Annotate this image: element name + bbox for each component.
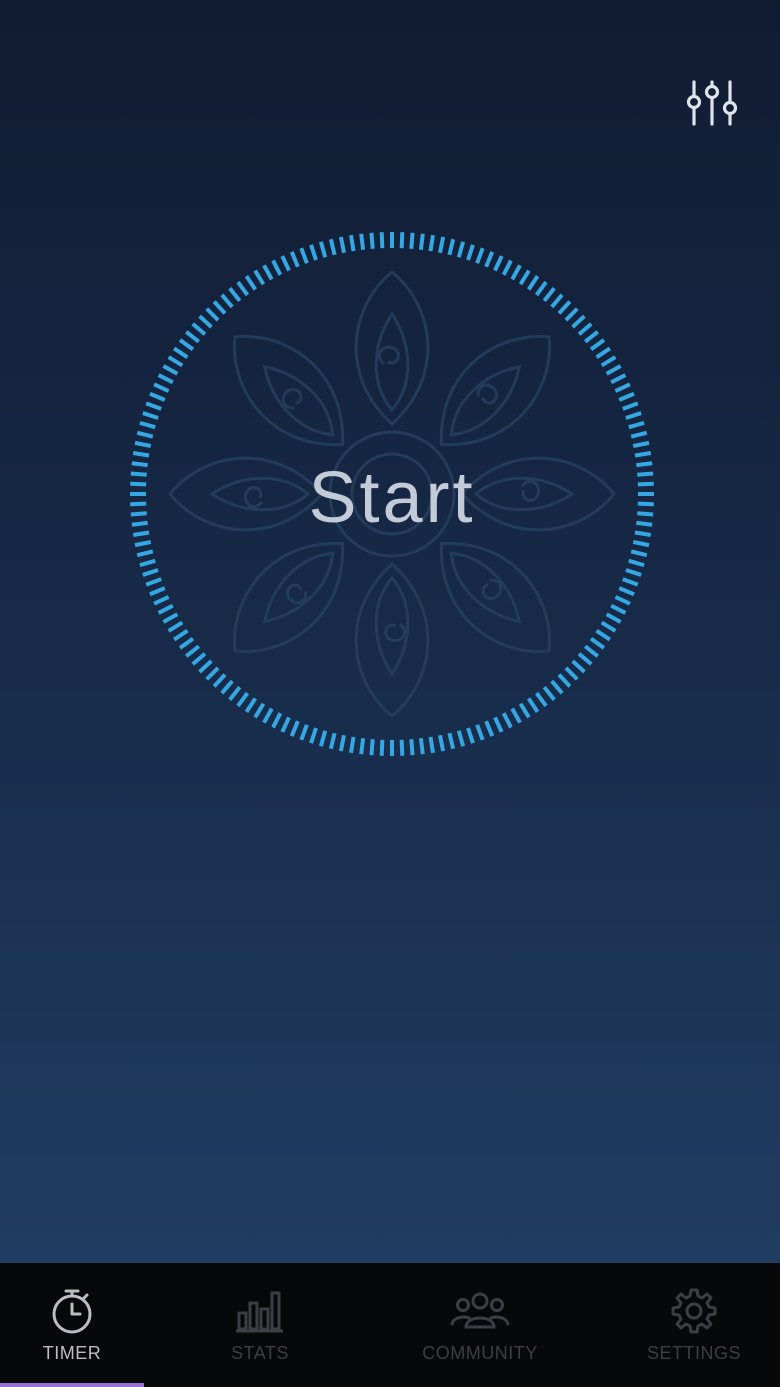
tab-stats[interactable]: STATS bbox=[196, 1263, 324, 1387]
tab-settings[interactable]: SETTINGS bbox=[630, 1263, 758, 1387]
bottom-tab-bar: TIMER STATS COMMUNITY SETTINGS bbox=[0, 1263, 780, 1387]
people-icon bbox=[450, 1287, 510, 1335]
tab-label: SETTINGS bbox=[646, 1343, 741, 1363]
tab-timer[interactable]: TIMER bbox=[8, 1263, 136, 1387]
bar-chart-icon bbox=[235, 1287, 285, 1335]
start-timer-button[interactable]: Start bbox=[128, 230, 656, 758]
tab-label: STATS bbox=[231, 1343, 289, 1363]
tab-label: COMMUNITY bbox=[422, 1343, 538, 1363]
sliders-icon[interactable] bbox=[684, 78, 740, 130]
sliders-icon-graphic bbox=[686, 80, 738, 126]
start-label: Start bbox=[308, 458, 476, 538]
timer-screen: Start TIMER STATS COMMUNITY SETTINGS bbox=[0, 0, 780, 1387]
tab-community[interactable]: COMMUNITY bbox=[404, 1263, 556, 1387]
active-tab-indicator bbox=[0, 1383, 144, 1387]
stopwatch-icon bbox=[48, 1287, 96, 1335]
tab-label: TIMER bbox=[42, 1343, 102, 1363]
gear-icon bbox=[671, 1287, 717, 1335]
